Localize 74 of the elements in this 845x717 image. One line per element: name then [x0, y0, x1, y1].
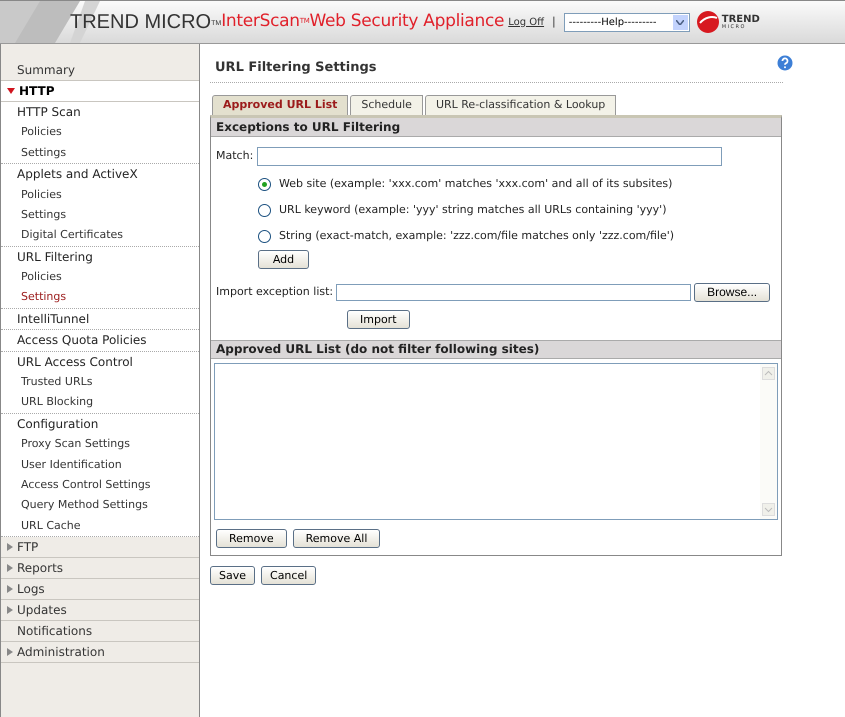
section-heading: Exceptions to URL Filtering [211, 118, 781, 136]
nav-item[interactable]: Notifications [1, 621, 199, 642]
nav-section-label: HTTP [19, 83, 54, 100]
remove-all-button[interactable]: Remove All [292, 528, 380, 548]
save-button[interactable]: Save [210, 566, 256, 584]
product-name: InterScan$^{TM}$Web Security Appliance [221, 10, 504, 34]
radio-label: URL keyword (example: 'yyy' string matches all URLs containing 'yyy') [279, 202, 666, 218]
nav-subitem[interactable]: Proxy Scan Settings [1, 434, 199, 455]
nav-section[interactable]: Administration [1, 642, 199, 664]
match-field[interactable] [257, 146, 722, 166]
logo-ball-icon [696, 10, 720, 34]
radio-label: String (exact-match, example: 'zzz.com/file matches only 'zzz.com/file') [279, 228, 674, 244]
radio-button[interactable] [258, 204, 271, 217]
remove-button[interactable]: Remove [216, 528, 287, 548]
nav-subitem[interactable]: URL Blocking [1, 392, 199, 413]
radio-label: Web site (example: 'xxx.com' matches 'xxx.com' and all of its subsites) [279, 176, 672, 192]
nav-section-label: Logs [17, 581, 45, 598]
scroll-up-icon[interactable] [762, 366, 775, 380]
brand-name: TREND MICRO$^{TM}$ [70, 10, 222, 35]
nav-subitem[interactable]: Trusted URLs [1, 372, 199, 392]
nav-subitem[interactable]: Policies [1, 267, 199, 288]
nav-section[interactable]: Logs [1, 579, 199, 600]
tab[interactable]: Schedule [350, 94, 423, 114]
nav-item[interactable]: URL Access Control [1, 352, 199, 372]
nav-subitem[interactable]: Settings [1, 204, 199, 226]
nav-section[interactable]: Reports [1, 558, 199, 580]
caret-right-icon [7, 648, 13, 656]
field-label: Import exception list: [216, 284, 334, 300]
help-select[interactable]: ---------Help--------- [564, 12, 690, 32]
logoff-link[interactable]: Log Off [508, 14, 544, 30]
nav-subitem[interactable]: Settings [1, 288, 199, 308]
nav-item[interactable]: Applets and ActiveX [1, 164, 199, 185]
nav-subitem[interactable]: Policies [1, 184, 199, 205]
nav-item[interactable]: HTTP Scan [1, 102, 199, 122]
caret-right-icon [7, 564, 13, 572]
caret-down-icon [7, 88, 15, 94]
nav-section-label: Administration [17, 644, 105, 662]
add-button[interactable]: Add [258, 250, 309, 268]
nav-subitem[interactable]: Access Control Settings [1, 475, 199, 496]
logo-text: TREND [722, 14, 760, 24]
scrollbar[interactable] [760, 364, 777, 518]
cancel-button[interactable]: Cancel [261, 566, 316, 584]
radio-button[interactable] [258, 178, 271, 191]
page-title: URL Filtering Settings [215, 59, 377, 77]
nav-subitem[interactable]: Policies [1, 122, 199, 143]
help-icon[interactable] [777, 54, 793, 71]
nav-section[interactable]: Updates [1, 600, 199, 622]
nav-section-label: FTP [17, 539, 38, 556]
nav-item[interactable]: Access Quota Policies [1, 330, 199, 351]
import-button[interactable]: Import [347, 310, 410, 328]
browse-button[interactable]: Browse... [694, 282, 770, 302]
nav-item[interactable]: IntelliTunnel [1, 308, 199, 330]
nav-item[interactable]: Configuration [1, 414, 199, 434]
nav-subitem[interactable]: Query Method Settings [1, 495, 199, 516]
nav-subitem[interactable]: URL Cache [1, 516, 199, 536]
nav-subitem[interactable]: Settings [1, 142, 199, 164]
separator: | [552, 14, 556, 30]
caret-right-icon [7, 606, 13, 614]
field-label: Match: [216, 148, 254, 164]
nav-subitem[interactable]: User Identification [1, 454, 199, 476]
nav-section-label: Updates [17, 602, 67, 620]
caret-right-icon [7, 585, 13, 594]
nav-subitem[interactable]: Digital Certificates [1, 225, 199, 246]
nav-section[interactable]: HTTP [1, 81, 199, 102]
tab[interactable]: Approved URL List [212, 94, 348, 114]
caret-right-icon [7, 543, 13, 552]
import-file-field[interactable] [336, 284, 692, 300]
nav-section-label: Reports [17, 560, 64, 578]
nav-section[interactable]: FTP [1, 537, 199, 558]
section-heading: Approved URL List (do not filter following sites) [211, 340, 781, 358]
nav-item[interactable]: URL Filtering [1, 246, 199, 268]
radio-button[interactable] [258, 230, 271, 243]
scroll-down-icon[interactable] [762, 502, 775, 516]
tab[interactable]: URL Re-classification & Lookup [424, 94, 616, 114]
